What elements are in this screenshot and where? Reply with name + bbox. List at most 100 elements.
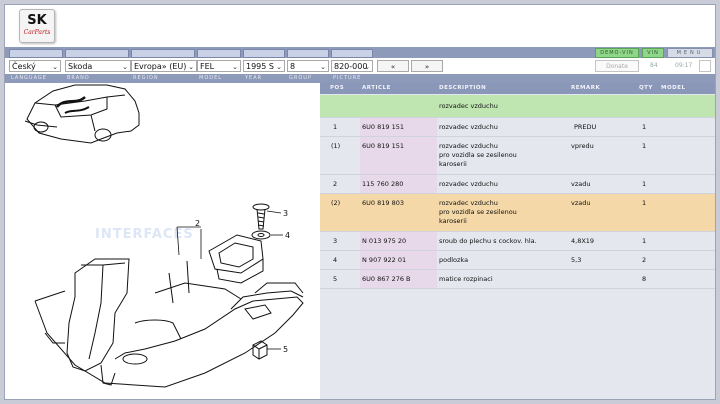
table-row[interactable]: (1) 6U0 819 151 rozvadec vzduchu pro voz…: [320, 137, 715, 175]
model-select[interactable]: FEL ⌄: [197, 60, 241, 72]
next-picture-button[interactable]: »: [411, 60, 443, 72]
menu-button[interactable]: MENU: [667, 48, 713, 58]
parts-diagram-drawing: 2 3 4 5: [24, 84, 304, 388]
toolbar-slot-language[interactable]: [9, 49, 63, 58]
row-article[interactable]: 115 760 280: [362, 180, 403, 189]
row-remark: 5,3: [571, 256, 582, 264]
callout-4: 4: [285, 231, 290, 240]
row-pos: 2: [333, 180, 338, 188]
row-article[interactable]: N 013 975 20: [362, 237, 406, 246]
picture-label: PICTURE: [333, 75, 362, 81]
table-row[interactable]: 4 N 907 922 01 podlozka 5,3 2: [320, 251, 715, 270]
row-remark: vzadu: [571, 199, 591, 207]
row-pos: 5: [333, 275, 338, 283]
toolbar-slot-brand[interactable]: [65, 49, 129, 58]
logo-text: SK: [27, 13, 47, 28]
brand-value: Skoda: [68, 62, 93, 71]
row-qty: 1: [642, 123, 647, 131]
callout-5: 5: [283, 345, 288, 354]
col-description: DESCRIPTION: [439, 85, 487, 91]
prev-picture-button[interactable]: «: [377, 60, 409, 72]
row-remark: vpredu: [571, 142, 594, 150]
region-value: Evropa» (EU): [134, 62, 187, 71]
top-toolbar: DEMO-VIN VIN MENU: [5, 47, 715, 58]
row-article[interactable]: N 907 922 01: [362, 256, 406, 265]
year-label: YEAR: [245, 75, 263, 81]
stat-time: 09:17: [675, 62, 693, 69]
callout-3: 3: [283, 209, 288, 218]
row-qty: 8: [642, 275, 647, 283]
toolbar-slot-year[interactable]: [243, 49, 285, 58]
selector-row: Český ⌄ Skoda ⌄ Evropa» (EU) ⌄ FEL ⌄ 1995 S ⌄…: [5, 59, 715, 74]
row-pos: 1: [333, 123, 338, 131]
year-value: 1995: [246, 62, 267, 71]
row-description: podlozka: [439, 256, 469, 264]
row-qty: 1: [642, 180, 647, 188]
model-label: MODEL: [199, 75, 223, 81]
row-pos: (2): [331, 199, 341, 207]
table-row[interactable]: 2 115 760 280 rozvadec vzduchu vzadu 1: [320, 175, 715, 194]
row-description: rozvadec vzduchu: [439, 123, 498, 131]
toolbar-slot-region[interactable]: [131, 49, 195, 58]
region-select[interactable]: Evropa» (EU) ⌄: [131, 60, 197, 72]
row-qty: 1: [642, 237, 647, 245]
table-row[interactable]: 3 N 013 975 20 sroub do plechu s cockov.…: [320, 232, 715, 251]
row-description-line3: karoserii: [439, 217, 467, 225]
col-qty: QTY: [639, 85, 653, 91]
toolbar-slot-group[interactable]: [287, 49, 329, 58]
row-qty: 2: [642, 256, 647, 264]
chevron-down-icon: ⌄: [188, 63, 194, 71]
callout-2: 2: [195, 219, 200, 228]
settings-box[interactable]: [699, 60, 711, 72]
brand-label: BRAND: [67, 75, 90, 81]
table-header: POS ARTICLE DESCRIPTION REMARK QTY MODEL: [320, 83, 715, 94]
group-select[interactable]: 8 ⌄: [287, 60, 329, 72]
region-label: REGION: [133, 75, 159, 81]
air-duct-drawing: [34, 234, 304, 388]
row-description: rozvadec vzduchu: [439, 180, 498, 188]
table-row[interactable]: 1 6U0 819 151 rozvadec vzduchu PREDU 1: [320, 118, 715, 137]
brand-select[interactable]: Skoda ⌄: [65, 60, 131, 72]
row-remark: PREDU: [574, 123, 597, 131]
row-pos: 4: [333, 256, 338, 264]
picture-select[interactable]: 820-000 ⌄: [331, 60, 373, 72]
table-group-row: rozvadec vzduchu: [320, 95, 715, 118]
parts-diagram[interactable]: INTERFACES 2 3 4 5: [5, 83, 319, 399]
chevron-down-icon: ⌄: [122, 63, 128, 71]
model-value: FEL: [200, 62, 215, 71]
row-description: rozvadec vzduchu: [439, 142, 498, 150]
chevron-down-icon: ⌄: [232, 63, 238, 71]
screw-icon: [252, 203, 270, 230]
row-qty: 1: [642, 142, 647, 150]
row-article[interactable]: 6U0 819 803: [362, 199, 404, 208]
group-value: 8: [290, 62, 296, 71]
nut-icon: [252, 340, 268, 360]
row-description-line2: pro vozidla se zesilenou: [439, 151, 517, 159]
demo-vin-button[interactable]: DEMO-VIN: [595, 48, 639, 58]
language-select[interactable]: Český ⌄: [9, 60, 61, 72]
row-article[interactable]: 6U0 819 151: [362, 123, 404, 132]
donate-button[interactable]: Donate: [595, 60, 639, 72]
vin-button[interactable]: VIN: [642, 48, 664, 58]
toolbar-slot-picture[interactable]: [331, 49, 373, 58]
row-description: rozvadec vzduchu: [439, 199, 498, 207]
parts-table: POS ARTICLE DESCRIPTION REMARK QTY MODEL…: [320, 83, 715, 399]
row-description: matice rozpinaci: [439, 275, 493, 283]
chevron-down-icon: ⌄: [320, 63, 326, 71]
row-qty: 1: [642, 199, 647, 207]
chevron-down-icon: ⌄: [52, 63, 58, 71]
col-pos: POS: [330, 85, 345, 91]
row-description: sroub do plechu s cockov. hla.: [439, 237, 537, 245]
row-description-line2: pro vozidla se zesilenou: [439, 208, 517, 216]
row-article[interactable]: 6U0 819 151: [362, 142, 404, 151]
header: SK CarParts: [5, 5, 715, 47]
year-select[interactable]: 1995 S ⌄: [243, 60, 285, 72]
table-row-highlighted[interactable]: (2) 6U0 819 803 rozvadec vzduchu pro voz…: [320, 194, 715, 232]
logo[interactable]: SK CarParts: [19, 9, 55, 43]
language-label: LANGUAGE: [11, 75, 47, 81]
toolbar-slot-model[interactable]: [197, 49, 241, 58]
row-article[interactable]: 6U0 867 276 B: [362, 275, 411, 284]
table-row[interactable]: 5 6U0 867 276 B matice rozpinaci 8: [320, 270, 715, 289]
row-description-line3: karoserii: [439, 160, 467, 168]
year-suffix: S: [268, 62, 274, 71]
